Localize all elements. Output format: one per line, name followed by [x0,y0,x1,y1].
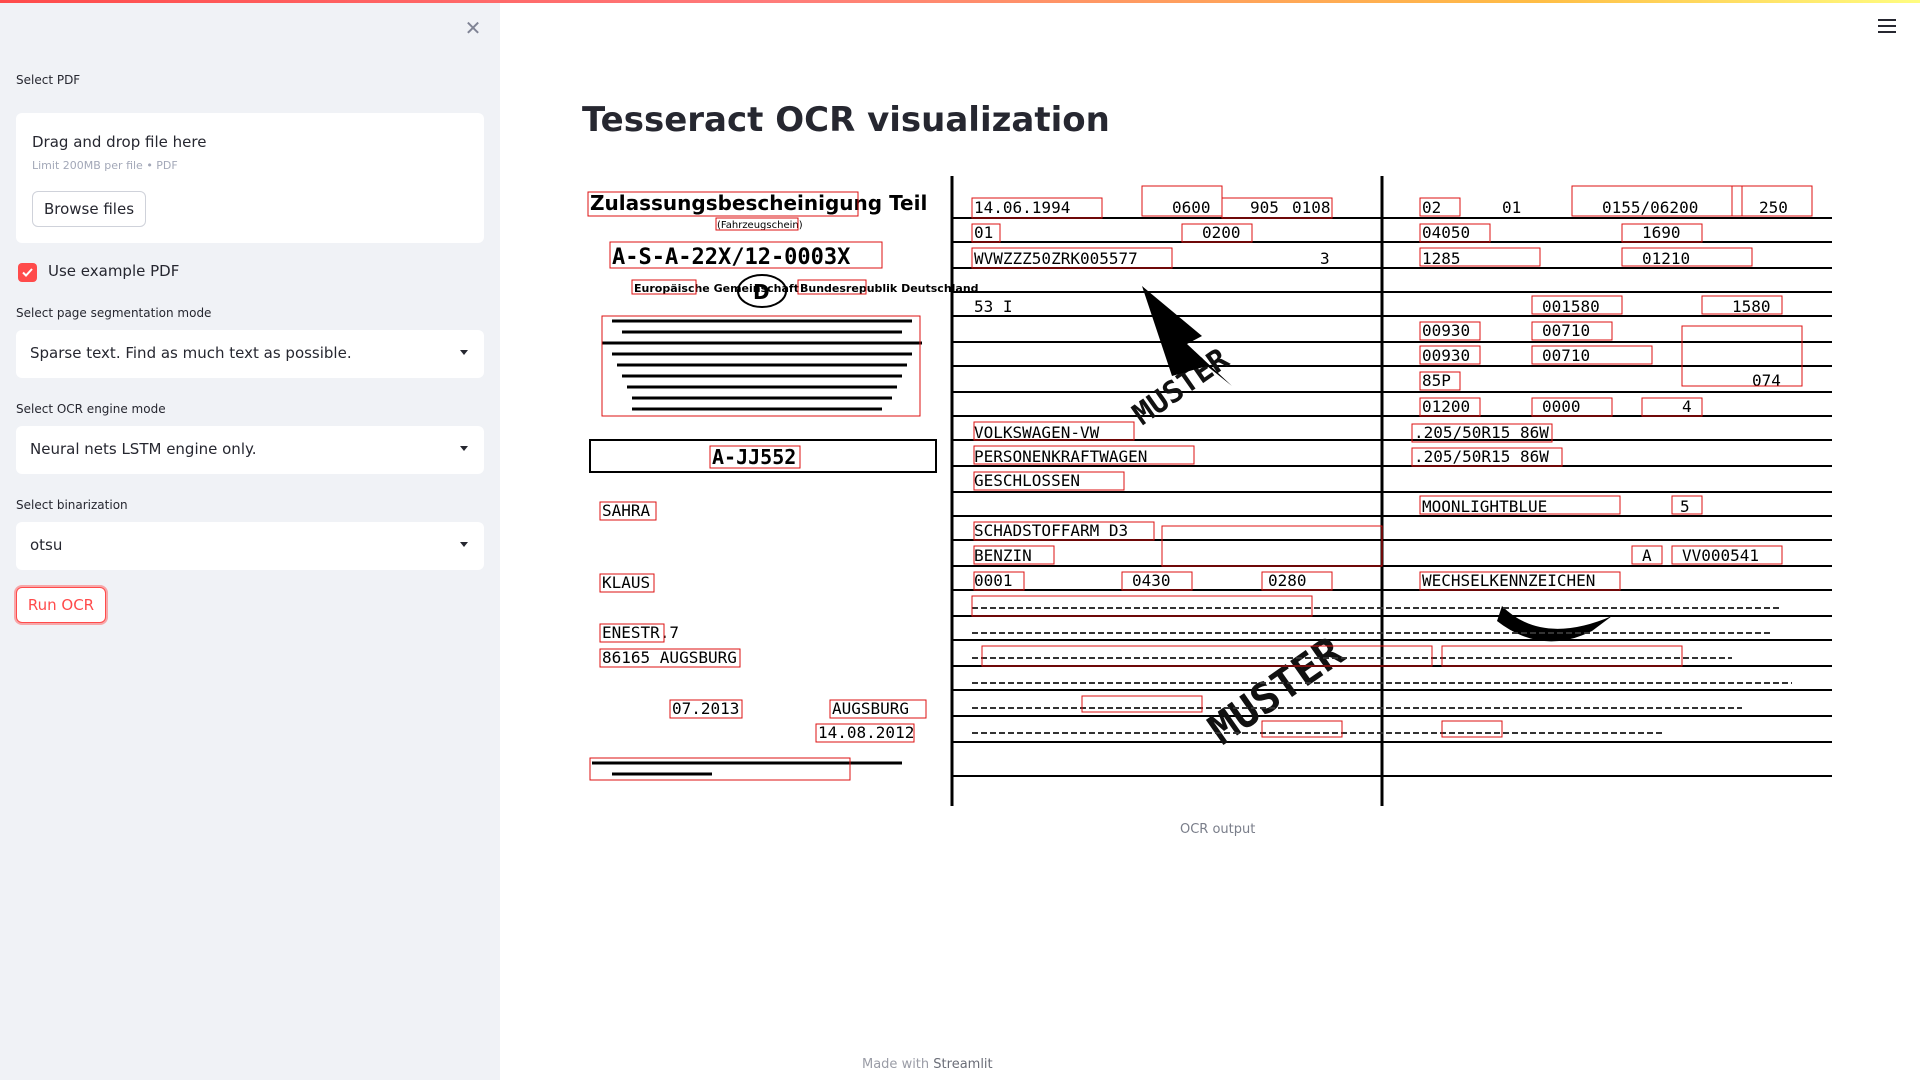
field-value: 0155/06200 [1602,198,1698,217]
use-example-label[interactable]: Use example PDF [48,262,179,280]
field-value: 04050 [1422,223,1470,242]
run-ocr-button[interactable]: Run OCR [16,587,106,623]
field-value: WVWZZZ50ZRK005577 [974,249,1138,268]
field-value: 14.06.1994 [974,198,1070,217]
footer: Made with Streamlit [862,1057,993,1072]
field-value: 074 [1752,371,1781,390]
file-uploader-dropzone[interactable]: Drag and drop file here Limit 200MB per … [16,113,484,243]
field-value: GESCHLOSSEN [974,471,1080,490]
hamburger-menu-icon[interactable] [1878,19,1896,35]
doc-subheading: (Fahrzeugschein) [717,220,803,231]
oem-select[interactable]: Neural nets LSTM engine only. [16,426,484,474]
field-value: 1285 [1422,249,1461,268]
doc-date: 14.08.2012 [818,723,914,742]
field-value: VOLKSWAGEN-VW [974,423,1100,442]
uploader-limit-text: Limit 200MB per file • PDF [32,159,178,172]
doc-plate: A-JJ552 [712,445,796,469]
field-value: A [1642,546,1652,565]
close-icon[interactable]: ✕ [462,17,484,39]
field-value: WECHSELKENNZEICHEN [1422,571,1595,590]
field-value: 00710 [1542,346,1590,365]
doc-eu-left: Europäische Gemeinschaft [634,282,799,295]
field-value: .205/50R15 86W [1414,423,1549,442]
oem-label: Select OCR engine mode [16,402,166,416]
use-example-checkbox[interactable] [18,263,37,282]
doc-city: 86165 AUGSBURG [602,648,737,667]
multilingual-text-lines [602,319,922,411]
field-value: 0000 [1542,397,1581,416]
doc-reg-number: A-S-A-22X/12-0003X [612,245,850,270]
field-value: 001580 [1542,297,1600,316]
field-value: 53 I [974,297,1013,316]
field-value: SCHADSTOFFARM D3 [974,521,1128,540]
field-value: 0600 [1172,198,1211,217]
field-value: 250 [1759,198,1788,217]
field-value: 1580 [1732,297,1771,316]
psm-label: Select page segmentation mode [16,306,212,320]
ocr-output-image: Zulassungsbescheinigung Teil (Fahrzeugsc… [582,176,1832,806]
field-value: 0430 [1132,571,1171,590]
doc-firstname: KLAUS [602,573,650,592]
field-value: 905 [1250,198,1279,217]
binarization-select[interactable]: otsu [16,522,484,570]
image-caption: OCR output [1180,822,1256,837]
page-title: Tesseract OCR visualization [582,100,1110,140]
oem-selected-value: Neural nets LSTM engine only. [30,440,257,458]
field-value: 0001 [974,571,1013,590]
field-value: VV000541 [1682,546,1759,565]
select-pdf-label: Select PDF [16,73,81,87]
field-value: 3 [1320,249,1330,268]
field-value: 1690 [1642,223,1681,242]
psm-select[interactable]: Sparse text. Find as much text as possib… [16,330,484,378]
table-rules [952,217,1832,777]
chevron-down-icon [460,350,468,355]
field-value: 01 [1502,198,1521,217]
doc-next-hu: 07.2013 [672,699,739,718]
browse-files-button[interactable]: Browse files [32,191,146,227]
field-value: .205/50R15 86W [1414,447,1549,466]
streamlit-link[interactable]: Streamlit [933,1057,992,1072]
field-value: 00930 [1422,346,1470,365]
psm-selected-value: Sparse text. Find as much text as possib… [30,344,352,362]
field-value: 5 [1680,497,1690,516]
binarization-label: Select binarization [16,498,128,512]
footer-text-lines [592,761,902,776]
uploader-title: Drag and drop file here [32,133,207,151]
doc-street: ENESTR.7 [602,623,679,642]
chevron-down-icon [460,542,468,547]
field-value: PERSONENKRAFTWAGEN [974,447,1147,466]
field-value: MOONLIGHTBLUE [1422,497,1547,516]
field-value: 01210 [1642,249,1690,268]
field-value: 00710 [1542,321,1590,340]
arrow-stamp-icon [1497,606,1612,642]
checkmark-icon [22,268,33,277]
vehicle-registration-document: Zulassungsbescheinigung Teil (Fahrzeugsc… [587,176,1832,806]
field-value: 0200 [1202,223,1241,242]
binarization-selected-value: otsu [30,536,63,554]
field-value: 02 [1422,198,1441,217]
field-value: 01200 [1422,397,1470,416]
field-value: 4 [1682,397,1692,416]
doc-place: AUGSBURG [832,699,909,718]
field-value: 0280 [1268,571,1307,590]
doc-country-code: D [753,280,770,304]
doc-surname: SAHRA [602,501,651,520]
sidebar: ✕ Select PDF Drag and drop file here Lim… [0,3,500,1080]
field-value: BENZIN [974,546,1032,565]
field-value: 85P [1422,371,1451,390]
doc-heading: Zulassungsbescheinigung Teil [590,191,927,215]
chevron-down-icon [460,446,468,451]
field-value: 01 [974,223,993,242]
field-value: 00930 [1422,321,1470,340]
field-value: 0108 [1292,198,1331,217]
